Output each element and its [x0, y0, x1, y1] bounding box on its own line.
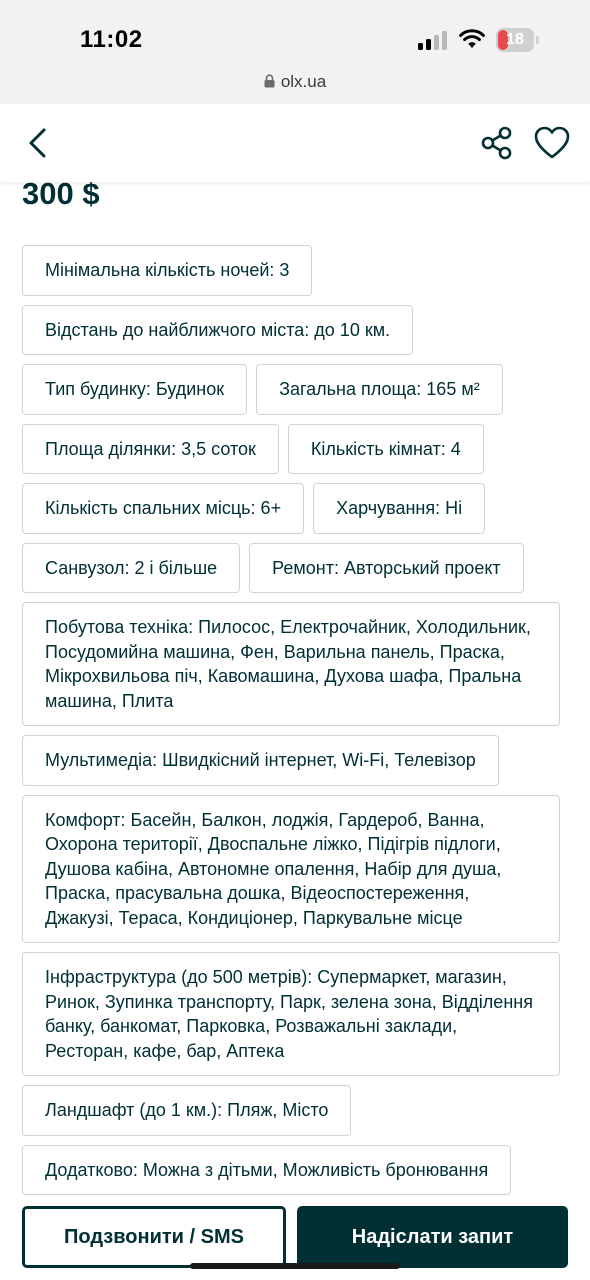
attribute-tag: Кількість спальних місць: 6+: [22, 483, 305, 534]
battery-icon: 18: [496, 28, 540, 52]
top-nav-bar: [0, 104, 590, 182]
attribute-tag: Площа ділянки: 3,5 соток: [22, 423, 279, 474]
bottom-action-bar: Подзвонити / SMS Надіслати запит: [0, 1195, 590, 1280]
attribute-tag: Мінімальна кількість ночей: 3: [22, 245, 313, 296]
attribute-tag: Додатково: Можна з дітьми, Можливість бр…: [22, 1144, 512, 1195]
clock: 11:02: [80, 26, 143, 53]
attribute-tag: Побутова техніка: Пилосос, Електрочайник…: [22, 602, 560, 726]
attribute-tag: Інфраструктура (до 500 метрів): Супермар…: [22, 952, 560, 1076]
lock-icon: [264, 74, 275, 88]
chevron-left-icon: [29, 128, 46, 158]
send-request-button[interactable]: Надіслати запит: [297, 1206, 568, 1268]
attribute-tag: Санвузол: 2 і більше: [22, 542, 241, 593]
attribute-tag: Ремонт: Авторський проект: [249, 542, 524, 593]
attribute-tag: Ландшафт (до 1 км.): Пляж, Місто: [22, 1085, 352, 1136]
share-button[interactable]: [478, 124, 516, 162]
attribute-tag: Кількість кімнат: 4: [287, 423, 484, 474]
cellular-signal-icon: [418, 30, 450, 50]
back-button[interactable]: [22, 124, 56, 162]
attribute-tag: Відстань до найближчого міста: до 10 км.: [22, 304, 414, 355]
address-bar[interactable]: olx.ua: [0, 72, 590, 92]
attribute-tag: Комфорт: Басейн, Балкон, лоджія, Гардеро…: [22, 794, 560, 943]
share-icon: [481, 126, 512, 160]
battery-level: 18: [506, 31, 524, 48]
attribute-tag: Тип будинку: Будинок: [22, 364, 248, 415]
home-indicator: [190, 1263, 400, 1269]
wifi-icon: [459, 29, 485, 48]
url-text: olx.ua: [280, 72, 327, 91]
attribute-tag: Харчування: Ні: [313, 483, 486, 534]
attribute-tag: Мультимедіа: Швидкісний інтернет, Wi-Fi,…: [22, 735, 499, 786]
heart-icon: [534, 126, 570, 159]
favorite-button[interactable]: [532, 124, 572, 162]
attribute-tag: Загальна площа: 165 м²: [256, 364, 503, 415]
attribute-tags: Мінімальна кількість ночей: 3 Відстань д…: [22, 245, 562, 1195]
status-bar: 11:02 18 olx.ua: [0, 0, 590, 104]
call-sms-button[interactable]: Подзвонити / SMS: [22, 1206, 286, 1268]
